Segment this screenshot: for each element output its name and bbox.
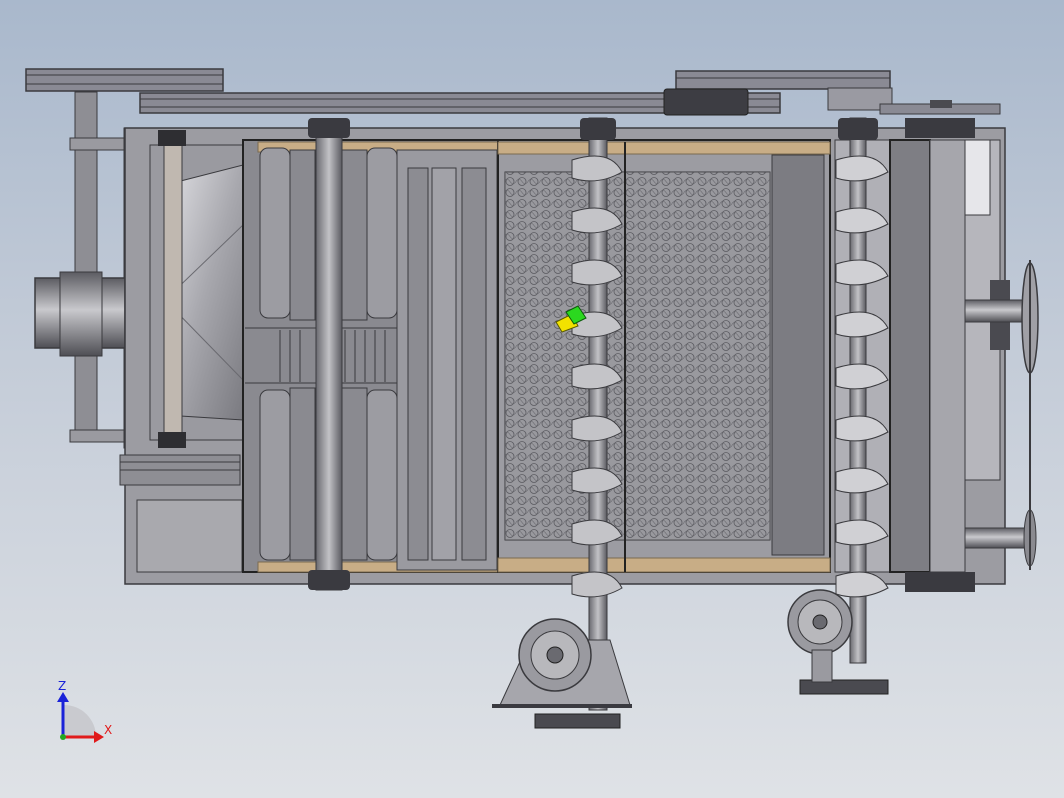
gear-motor-left[interactable] bbox=[492, 618, 632, 729]
gear-motor-right[interactable] bbox=[787, 589, 889, 695]
filter-coil-chamber[interactable] bbox=[497, 139, 831, 573]
axis-triad: Z X bbox=[57, 679, 112, 743]
screw-auger-right[interactable] bbox=[834, 117, 891, 664]
inlet-cylinder[interactable] bbox=[34, 271, 126, 357]
feed-hopper bbox=[149, 130, 244, 448]
drive-belts[interactable] bbox=[25, 68, 1001, 116]
cad-model-viewport[interactable]: Z X bbox=[0, 0, 1064, 798]
right-end-frame bbox=[889, 118, 1039, 592]
z-axis-label: Z bbox=[58, 679, 66, 693]
x-axis-label: X bbox=[104, 723, 112, 737]
crushing-chamber[interactable] bbox=[242, 118, 499, 591]
